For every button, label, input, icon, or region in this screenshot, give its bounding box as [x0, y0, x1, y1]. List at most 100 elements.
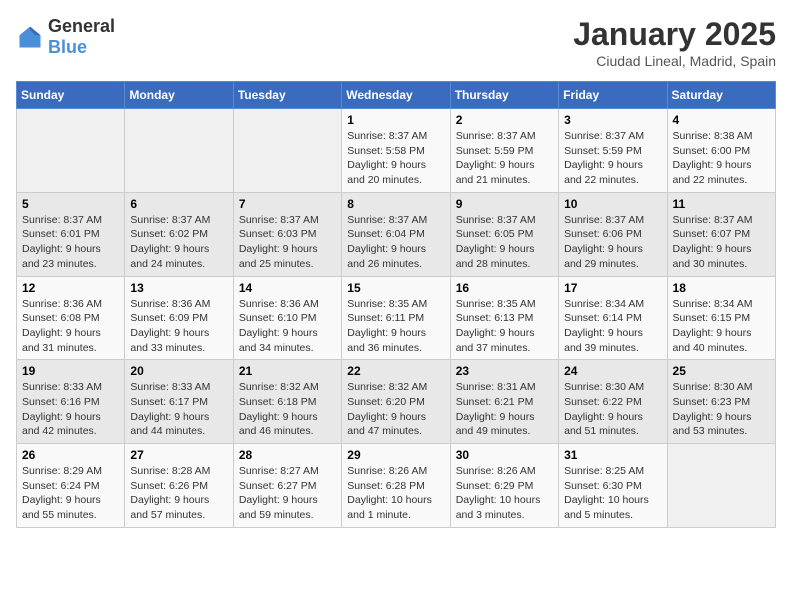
day-number: 14: [239, 281, 336, 295]
day-number: 16: [456, 281, 553, 295]
calendar-cell: 6 Sunrise: 8:37 AM Sunset: 6:02 PM Daylig…: [125, 192, 233, 276]
calendar-cell: [667, 444, 775, 528]
calendar-title: January 2025: [573, 16, 776, 53]
day-number: 12: [22, 281, 119, 295]
day-number: 30: [456, 448, 553, 462]
weekday-header: Friday: [559, 82, 667, 109]
day-info: Sunrise: 8:33 AM Sunset: 6:17 PM Dayligh…: [130, 380, 227, 439]
title-block: January 2025 Ciudad Lineal, Madrid, Spai…: [573, 16, 776, 69]
day-number: 20: [130, 364, 227, 378]
calendar-cell: 5 Sunrise: 8:37 AM Sunset: 6:01 PM Daylig…: [17, 192, 125, 276]
logo-blue: Blue: [48, 37, 87, 57]
calendar-week-row: 26 Sunrise: 8:29 AM Sunset: 6:24 PM Dayli…: [17, 444, 776, 528]
day-number: 5: [22, 197, 119, 211]
day-number: 26: [22, 448, 119, 462]
day-number: 22: [347, 364, 444, 378]
day-number: 19: [22, 364, 119, 378]
day-info: Sunrise: 8:37 AM Sunset: 6:06 PM Dayligh…: [564, 213, 661, 272]
day-info: Sunrise: 8:37 AM Sunset: 6:07 PM Dayligh…: [673, 213, 770, 272]
calendar-subtitle: Ciudad Lineal, Madrid, Spain: [573, 53, 776, 69]
day-number: 10: [564, 197, 661, 211]
weekday-header: Sunday: [17, 82, 125, 109]
day-number: 4: [673, 113, 770, 127]
weekday-header: Saturday: [667, 82, 775, 109]
day-info: Sunrise: 8:29 AM Sunset: 6:24 PM Dayligh…: [22, 464, 119, 523]
calendar-cell: 1Sunrise: 8:37 AM Sunset: 5:58 PM Daylig…: [342, 109, 450, 193]
calendar-cell: [125, 109, 233, 193]
day-number: 21: [239, 364, 336, 378]
calendar-week-row: 1Sunrise: 8:37 AM Sunset: 5:58 PM Daylig…: [17, 109, 776, 193]
weekday-header: Monday: [125, 82, 233, 109]
calendar-cell: 12 Sunrise: 8:36 AM Sunset: 6:08 PM Dayli…: [17, 276, 125, 360]
day-number: 7: [239, 197, 336, 211]
calendar-week-row: 12 Sunrise: 8:36 AM Sunset: 6:08 PM Dayli…: [17, 276, 776, 360]
calendar-cell: 30 Sunrise: 8:26 AM Sunset: 6:29 PM Dayli…: [450, 444, 558, 528]
weekday-header: Thursday: [450, 82, 558, 109]
day-info: Sunrise: 8:37 AM Sunset: 5:59 PM Dayligh…: [456, 129, 553, 188]
day-number: 6: [130, 197, 227, 211]
day-info: Sunrise: 8:37 AM Sunset: 6:02 PM Dayligh…: [130, 213, 227, 272]
day-info: Sunrise: 8:34 AM Sunset: 6:14 PM Dayligh…: [564, 297, 661, 356]
calendar-cell: 25Sunrise: 8:30 AM Sunset: 6:23 PM Dayli…: [667, 360, 775, 444]
day-number: 23: [456, 364, 553, 378]
day-number: 27: [130, 448, 227, 462]
calendar-cell: 19 Sunrise: 8:33 AM Sunset: 6:16 PM Dayli…: [17, 360, 125, 444]
day-info: Sunrise: 8:37 AM Sunset: 6:01 PM Dayligh…: [22, 213, 119, 272]
day-info: Sunrise: 8:26 AM Sunset: 6:29 PM Dayligh…: [456, 464, 553, 523]
calendar-cell: 14 Sunrise: 8:36 AM Sunset: 6:10 PM Dayli…: [233, 276, 341, 360]
calendar-cell: 17 Sunrise: 8:34 AM Sunset: 6:14 PM Dayli…: [559, 276, 667, 360]
calendar-cell: 23 Sunrise: 8:31 AM Sunset: 6:21 PM Dayli…: [450, 360, 558, 444]
day-info: Sunrise: 8:36 AM Sunset: 6:09 PM Dayligh…: [130, 297, 227, 356]
day-info: Sunrise: 8:32 AM Sunset: 6:18 PM Dayligh…: [239, 380, 336, 439]
weekday-header: Tuesday: [233, 82, 341, 109]
calendar-cell: 18Sunrise: 8:34 AM Sunset: 6:15 PM Dayli…: [667, 276, 775, 360]
day-info: Sunrise: 8:32 AM Sunset: 6:20 PM Dayligh…: [347, 380, 444, 439]
calendar-cell: 11Sunrise: 8:37 AM Sunset: 6:07 PM Dayli…: [667, 192, 775, 276]
day-number: 29: [347, 448, 444, 462]
day-info: Sunrise: 8:31 AM Sunset: 6:21 PM Dayligh…: [456, 380, 553, 439]
day-number: 24: [564, 364, 661, 378]
calendar-cell: 28Sunrise: 8:27 AM Sunset: 6:27 PM Dayli…: [233, 444, 341, 528]
day-info: Sunrise: 8:36 AM Sunset: 6:08 PM Dayligh…: [22, 297, 119, 356]
day-info: Sunrise: 8:33 AM Sunset: 6:16 PM Dayligh…: [22, 380, 119, 439]
day-number: 28: [239, 448, 336, 462]
calendar-cell: [233, 109, 341, 193]
calendar-cell: [17, 109, 125, 193]
day-info: Sunrise: 8:36 AM Sunset: 6:10 PM Dayligh…: [239, 297, 336, 356]
day-number: 15: [347, 281, 444, 295]
logo: General Blue: [16, 16, 115, 58]
calendar-cell: 8Sunrise: 8:37 AM Sunset: 6:04 PM Daylig…: [342, 192, 450, 276]
page-header: General Blue January 2025 Ciudad Lineal,…: [16, 16, 776, 69]
weekday-header-row: SundayMondayTuesdayWednesdayThursdayFrid…: [17, 82, 776, 109]
day-number: 17: [564, 281, 661, 295]
day-info: Sunrise: 8:38 AM Sunset: 6:00 PM Dayligh…: [673, 129, 770, 188]
calendar-cell: 22 Sunrise: 8:32 AM Sunset: 6:20 PM Dayli…: [342, 360, 450, 444]
day-number: 13: [130, 281, 227, 295]
day-number: 9: [456, 197, 553, 211]
calendar-cell: 13 Sunrise: 8:36 AM Sunset: 6:09 PM Dayli…: [125, 276, 233, 360]
day-info: Sunrise: 8:26 AM Sunset: 6:28 PM Dayligh…: [347, 464, 444, 523]
day-info: Sunrise: 8:34 AM Sunset: 6:15 PM Dayligh…: [673, 297, 770, 356]
calendar-cell: 16 Sunrise: 8:35 AM Sunset: 6:13 PM Dayli…: [450, 276, 558, 360]
calendar-week-row: 19 Sunrise: 8:33 AM Sunset: 6:16 PM Dayli…: [17, 360, 776, 444]
day-number: 2: [456, 113, 553, 127]
day-info: Sunrise: 8:37 AM Sunset: 5:58 PM Dayligh…: [347, 129, 444, 188]
day-info: Sunrise: 8:35 AM Sunset: 6:11 PM Dayligh…: [347, 297, 444, 356]
calendar-cell: 9 Sunrise: 8:37 AM Sunset: 6:05 PM Daylig…: [450, 192, 558, 276]
calendar-cell: 4 Sunrise: 8:38 AM Sunset: 6:00 PM Daylig…: [667, 109, 775, 193]
day-info: Sunrise: 8:37 AM Sunset: 6:05 PM Dayligh…: [456, 213, 553, 272]
calendar-cell: 7Sunrise: 8:37 AM Sunset: 6:03 PM Daylig…: [233, 192, 341, 276]
day-number: 31: [564, 448, 661, 462]
logo-general: General: [48, 16, 115, 36]
calendar-cell: 24 Sunrise: 8:30 AM Sunset: 6:22 PM Dayli…: [559, 360, 667, 444]
day-info: Sunrise: 8:37 AM Sunset: 5:59 PM Dayligh…: [564, 129, 661, 188]
day-info: Sunrise: 8:37 AM Sunset: 6:04 PM Dayligh…: [347, 213, 444, 272]
day-info: Sunrise: 8:25 AM Sunset: 6:30 PM Dayligh…: [564, 464, 661, 523]
day-info: Sunrise: 8:35 AM Sunset: 6:13 PM Dayligh…: [456, 297, 553, 356]
day-info: Sunrise: 8:30 AM Sunset: 6:22 PM Dayligh…: [564, 380, 661, 439]
day-info: Sunrise: 8:28 AM Sunset: 6:26 PM Dayligh…: [130, 464, 227, 523]
calendar-week-row: 5 Sunrise: 8:37 AM Sunset: 6:01 PM Daylig…: [17, 192, 776, 276]
calendar-cell: 15 Sunrise: 8:35 AM Sunset: 6:11 PM Dayli…: [342, 276, 450, 360]
day-number: 25: [673, 364, 770, 378]
calendar-cell: 27 Sunrise: 8:28 AM Sunset: 6:26 PM Dayli…: [125, 444, 233, 528]
